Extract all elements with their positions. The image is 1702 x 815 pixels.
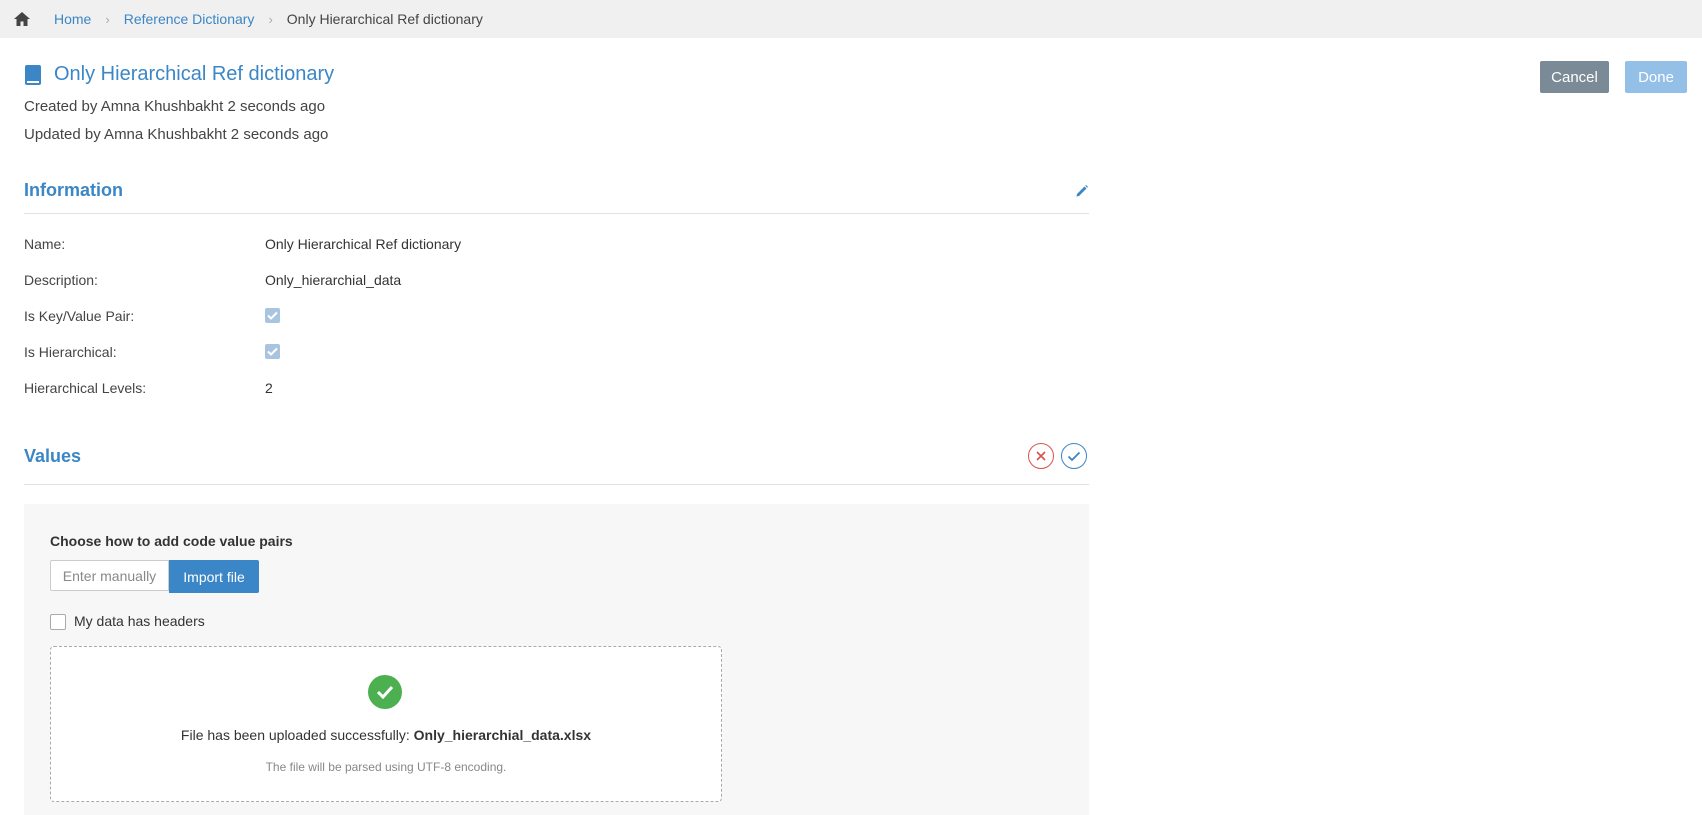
values-panel: Choose how to add code value pairs Enter… xyxy=(24,504,1089,815)
success-check-icon xyxy=(368,675,402,709)
check-icon xyxy=(1067,451,1081,461)
encoding-note: The file will be parsed using UTF-8 enco… xyxy=(265,760,507,774)
name-value: Only Hierarchical Ref dictionary xyxy=(265,236,462,252)
headers-checkbox[interactable] xyxy=(50,614,66,630)
key-value-pair-checkbox xyxy=(265,308,280,323)
headers-label: My data has headers xyxy=(74,613,205,629)
section-divider xyxy=(24,484,1089,485)
section-divider xyxy=(24,213,1089,214)
hierarchical-levels-value: 2 xyxy=(265,380,273,396)
breadcrumb-reference-dictionary-link[interactable]: Reference Dictionary xyxy=(124,11,255,27)
is-hierarchical-label: Is Hierarchical: xyxy=(24,344,117,360)
is-hierarchical-checkbox xyxy=(265,344,280,359)
description-value: Only_hierarchial_data xyxy=(265,272,402,288)
breadcrumb-separator: › xyxy=(105,11,110,27)
file-dropzone[interactable]: File has been uploaded successfully: Onl… xyxy=(50,646,722,802)
enter-manually-button[interactable]: Enter manually xyxy=(50,560,169,591)
values-section-title: Values xyxy=(24,446,82,466)
discard-values-button[interactable] xyxy=(1028,443,1054,469)
breadcrumb-separator: › xyxy=(268,11,273,27)
key-value-pair-label: Is Key/Value Pair: xyxy=(24,308,135,324)
description-label: Description: xyxy=(24,272,98,288)
page-title: Only Hierarchical Ref dictionary xyxy=(54,63,335,85)
hierarchical-levels-label: Hierarchical Levels: xyxy=(24,380,147,396)
created-info: Created by Amna Khushbakht 2 seconds ago xyxy=(24,98,326,115)
import-file-button[interactable]: Import file xyxy=(169,560,259,593)
done-button[interactable]: Done xyxy=(1625,61,1687,93)
breadcrumb-current: Only Hierarchical Ref dictionary xyxy=(286,11,483,27)
name-label: Name: xyxy=(24,236,66,252)
cancel-button[interactable]: Cancel xyxy=(1540,61,1609,93)
upload-status-text: File has been uploaded successfully: xyxy=(180,727,410,743)
home-icon[interactable] xyxy=(13,11,31,27)
uploaded-file-name: Only_hierarchial_data.xlsx xyxy=(413,727,592,743)
upload-status-message: File has been uploaded successfully: Onl… xyxy=(51,727,721,743)
information-section-title: Information xyxy=(24,180,123,200)
breadcrumb-home-link[interactable]: Home xyxy=(54,11,91,27)
pencil-icon[interactable] xyxy=(1075,184,1089,198)
breadcrumb: Home › Reference Dictionary › Only Hiera… xyxy=(0,0,1702,38)
save-values-button[interactable] xyxy=(1061,443,1087,469)
page-header: Only Hierarchical Ref dictionary xyxy=(24,63,334,86)
close-icon xyxy=(1036,451,1046,461)
book-icon xyxy=(24,64,42,86)
choose-method-label: Choose how to add code value pairs xyxy=(50,533,293,549)
updated-info: Updated by Amna Khushbakht 2 seconds ago xyxy=(24,126,329,143)
